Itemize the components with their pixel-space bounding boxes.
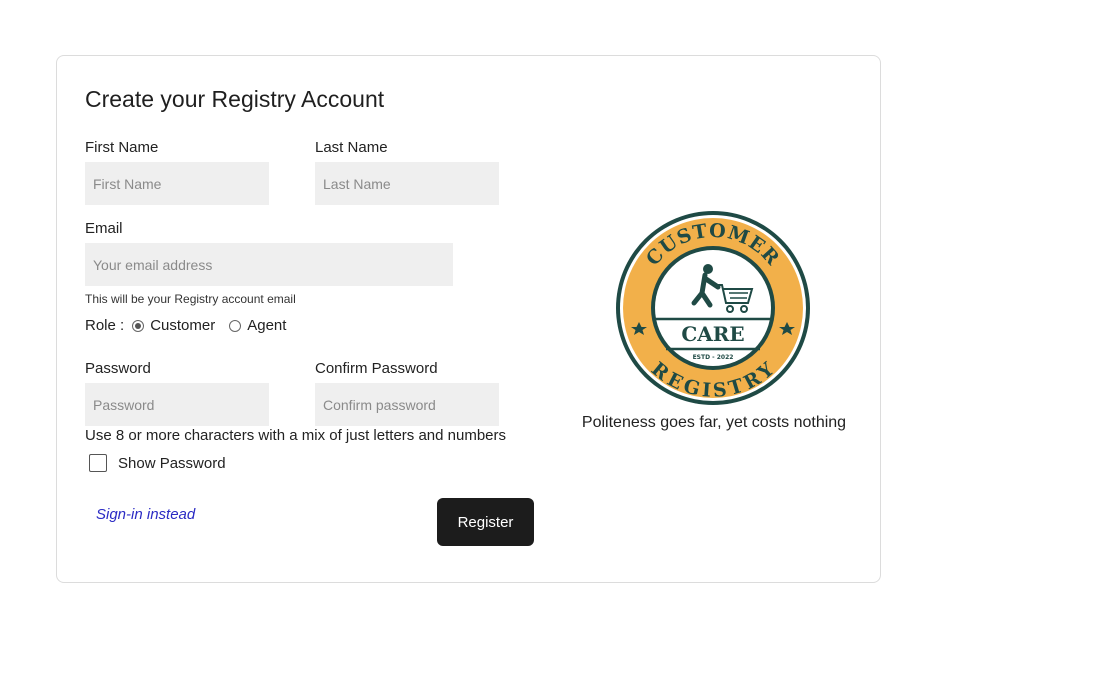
page-title: Create your Registry Account [85,86,385,112]
first-name-input[interactable] [85,162,269,205]
show-password-label[interactable]: Show Password [118,455,226,472]
sign-in-link[interactable]: Sign-in instead [96,506,195,523]
register-button[interactable]: Register [437,498,534,546]
role-label: Role : [85,317,125,334]
role-agent-label[interactable]: Agent [247,317,286,334]
show-password-toggle[interactable]: Show Password [89,454,226,472]
logo-text-middle: CARE [681,322,744,346]
role-selector: Role : Customer Agent [85,317,286,334]
first-name-label: First Name [85,139,159,156]
password-input[interactable] [85,383,269,426]
customer-care-registry-logo: CUSTOMER REGISTRY CARE ESTD - 2022 [616,211,810,405]
tagline: Politeness goes far, yet costs nothing [581,414,847,431]
password-label: Password [85,360,151,377]
confirm-password-input[interactable] [315,383,499,426]
role-customer-label[interactable]: Customer [150,317,215,334]
email-hint: This will be your Registry account email [85,292,296,306]
email-input[interactable] [85,243,453,286]
email-label: Email [85,220,123,237]
role-customer-radio[interactable] [132,319,145,332]
last-name-input[interactable] [315,162,499,205]
password-hint: Use 8 or more characters with a mix of j… [85,427,506,444]
last-name-label: Last Name [315,139,388,156]
logo-text-estd: ESTD - 2022 [693,354,734,361]
show-password-checkbox[interactable] [89,454,107,472]
role-agent-radio[interactable] [229,319,242,332]
confirm-password-label: Confirm Password [315,360,438,377]
